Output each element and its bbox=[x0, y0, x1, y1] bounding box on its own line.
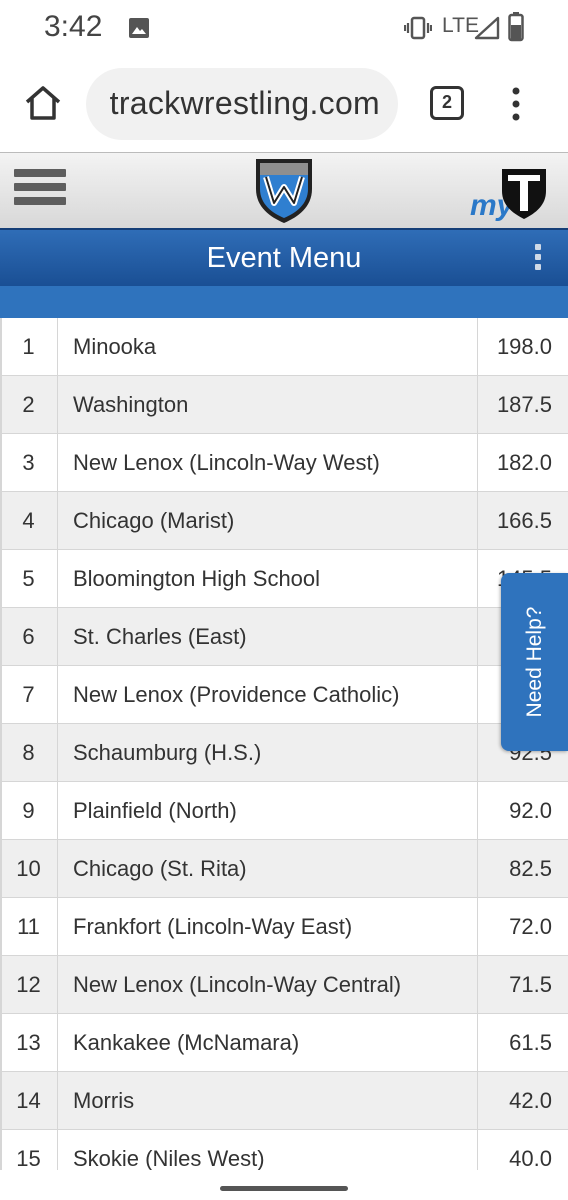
team-score: 71.5 bbox=[509, 972, 552, 997]
status-bar: 3:42 LTE bbox=[0, 0, 568, 56]
my-shield-icon bbox=[502, 169, 546, 219]
team-rank: 8 bbox=[0, 724, 58, 782]
hamburger-menu-icon[interactable] bbox=[14, 169, 66, 211]
team-rank: 3 bbox=[0, 434, 58, 492]
table-row[interactable]: 1 Minooka 198.0 bbox=[0, 318, 568, 376]
team-rank: 15 bbox=[0, 1130, 58, 1170]
team-score: 61.5 bbox=[509, 1030, 552, 1055]
team-rank: 1 bbox=[0, 318, 58, 376]
team-standings-table: 1 Minooka 198.0 2 Washington 187.5 3 New Lenox … bbox=[0, 318, 568, 1170]
table-row[interactable]: 8 Schaumburg (H.S.) 92.5 bbox=[0, 724, 568, 782]
team-rank: 11 bbox=[0, 898, 58, 956]
signal-icon bbox=[474, 16, 500, 40]
table-row[interactable]: 15 Skokie (Niles West) 40.0 bbox=[0, 1130, 568, 1170]
status-time: 3:42 bbox=[44, 10, 103, 43]
team-name: Skokie (Niles West) bbox=[58, 1130, 478, 1170]
table-row[interactable]: 6St. Charles (East)1 bbox=[0, 608, 568, 666]
navigation-bar bbox=[0, 1170, 568, 1200]
event-menu-bar[interactable]: Event Menu bbox=[0, 228, 568, 286]
team-rank: 14 bbox=[0, 1072, 58, 1130]
table-row[interactable]: 7New Lenox (Providence Catholic)1 bbox=[0, 666, 568, 724]
team-score: 182.0 bbox=[496, 450, 552, 475]
browser-menu-icon[interactable] bbox=[506, 84, 526, 124]
table-header-strip bbox=[0, 286, 568, 318]
table-border bbox=[0, 318, 2, 1170]
table-row[interactable]: 14 Morris 42.0 bbox=[0, 1072, 568, 1130]
table-row[interactable]: 2 Washington 187.5 bbox=[0, 376, 568, 434]
team-score: 198.0 bbox=[496, 334, 552, 359]
browser-toolbar: trackwrestling.com 2 bbox=[0, 56, 568, 152]
team-score: 187.5 bbox=[496, 392, 552, 417]
gesture-handle[interactable] bbox=[220, 1186, 348, 1191]
battery-icon bbox=[508, 12, 524, 42]
team-rank: 2 bbox=[0, 376, 58, 434]
team-name: Minooka bbox=[58, 318, 478, 376]
team-name: Chicago (St. Rita) bbox=[58, 840, 478, 898]
team-rank: 12 bbox=[0, 956, 58, 1014]
team-name: Schaumburg (H.S.) bbox=[58, 724, 478, 782]
table-row[interactable]: 3 New Lenox (Lincoln-Way West) 182.0 bbox=[0, 434, 568, 492]
table-row[interactable]: 9 Plainfield (North) 92.0 bbox=[0, 782, 568, 840]
url-text: trackwrestling.com bbox=[109, 85, 380, 121]
table-row[interactable]: 12 New Lenox (Lincoln-Way Central) 71.5 bbox=[0, 956, 568, 1014]
table-row[interactable]: 4 Chicago (Marist) 166.5 bbox=[0, 492, 568, 550]
team-name: New Lenox (Lincoln-Way West) bbox=[58, 434, 478, 492]
tab-switcher-button[interactable]: 2 bbox=[430, 86, 464, 120]
team-rank: 4 bbox=[0, 492, 58, 550]
team-rank: 5 bbox=[0, 550, 58, 608]
table-row[interactable]: 10 Chicago (St. Rita) 82.5 bbox=[0, 840, 568, 898]
team-name: Chicago (Marist) bbox=[58, 492, 478, 550]
team-rank: 7 bbox=[0, 666, 58, 724]
team-name: New Lenox (Lincoln-Way Central) bbox=[58, 956, 478, 1014]
team-rank: 9 bbox=[0, 782, 58, 840]
team-rank: 6 bbox=[0, 608, 58, 666]
team-rank: 10 bbox=[0, 840, 58, 898]
team-name: Kankakee (McNamara) bbox=[58, 1014, 478, 1072]
team-score: 72.0 bbox=[509, 914, 552, 939]
table-row[interactable]: 13 Kankakee (McNamara) 61.5 bbox=[0, 1014, 568, 1072]
table-row[interactable]: 5Bloomington High School145.5 bbox=[0, 550, 568, 608]
event-menu-title: Event Menu bbox=[206, 242, 362, 274]
team-score: 40.0 bbox=[509, 1146, 552, 1170]
event-options-icon[interactable] bbox=[532, 244, 544, 274]
team-name: Morris bbox=[58, 1072, 478, 1130]
team-name: Bloomington High School bbox=[58, 550, 478, 608]
need-help-label: Need Help? bbox=[522, 606, 546, 718]
team-name: New Lenox (Providence Catholic) bbox=[58, 666, 478, 724]
team-name: Washington bbox=[58, 376, 478, 434]
home-icon[interactable] bbox=[22, 82, 64, 124]
site-header: my bbox=[0, 152, 568, 228]
need-help-button[interactable]: Need Help? bbox=[501, 573, 568, 751]
team-score: 42.0 bbox=[509, 1088, 552, 1113]
team-rank: 13 bbox=[0, 1014, 58, 1072]
team-name: St. Charles (East) bbox=[58, 608, 478, 666]
my-trackwrestling-link[interactable]: my bbox=[470, 167, 550, 223]
team-name: Plainfield (North) bbox=[58, 782, 478, 840]
image-icon bbox=[129, 18, 149, 38]
vibrate-icon bbox=[404, 16, 432, 40]
table-row[interactable]: 11 Frankfort (Lincoln-Way East) 72.0 bbox=[0, 898, 568, 956]
team-score: 166.5 bbox=[496, 508, 552, 533]
team-score: 92.0 bbox=[509, 798, 552, 823]
address-bar[interactable]: trackwrestling.com bbox=[86, 68, 398, 140]
team-score: 82.5 bbox=[509, 856, 552, 881]
team-name: Frankfort (Lincoln-Way East) bbox=[58, 898, 478, 956]
trackwrestling-logo[interactable] bbox=[252, 155, 316, 225]
